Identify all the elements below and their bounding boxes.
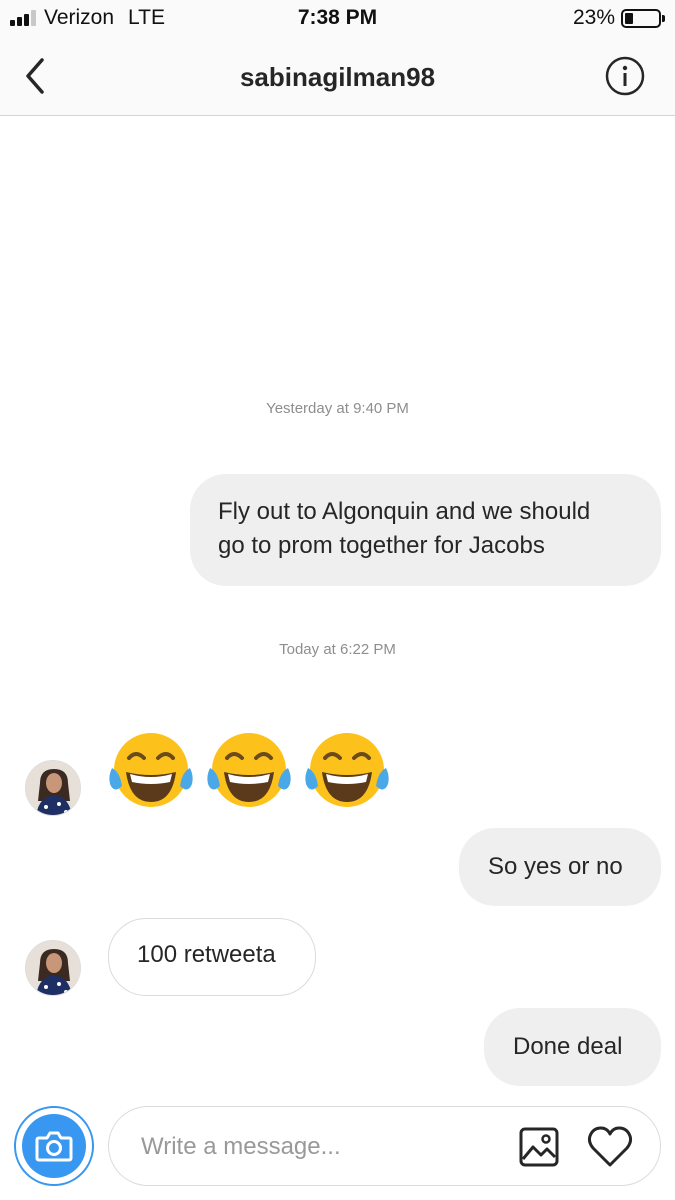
conversation-username[interactable]: sabinagilman98	[0, 62, 675, 93]
message-timestamp: Today at 6:22 PM	[279, 641, 396, 658]
image-icon	[519, 1127, 559, 1167]
message-timestamp: Yesterday at 9:40 PM	[266, 400, 409, 417]
camera-button[interactable]	[14, 1106, 94, 1186]
face-with-tears-of-joy-icon	[305, 733, 389, 807]
info-button[interactable]	[605, 56, 645, 96]
like-button[interactable]	[587, 1125, 633, 1169]
battery-icon	[621, 8, 661, 28]
profile-photo-icon	[26, 941, 80, 995]
sender-avatar[interactable]	[25, 940, 81, 996]
message-composer	[108, 1106, 661, 1186]
message-input[interactable]	[141, 1127, 501, 1167]
gallery-button[interactable]	[519, 1127, 559, 1167]
status-right: 23%	[573, 6, 665, 30]
sender-avatar[interactable]	[25, 760, 81, 816]
heart-icon	[587, 1126, 633, 1167]
incoming-message-bubble[interactable]: 100 retweeta	[108, 918, 316, 996]
profile-photo-icon	[26, 761, 80, 815]
camera-icon	[35, 1131, 73, 1162]
info-circle-icon	[605, 56, 645, 96]
outgoing-message-bubble[interactable]: Fly out to Algonquin and we should go to…	[190, 474, 661, 586]
message-text: So yes or no	[488, 853, 623, 880]
face-with-tears-of-joy-icon	[109, 733, 193, 807]
conversation-header: sabinagilman98	[0, 36, 675, 116]
message-text-line: go to prom together for Jacobs	[218, 532, 545, 559]
message-text: 100 retweeta	[137, 941, 276, 968]
face-with-tears-of-joy-icon	[207, 733, 291, 807]
incoming-emoji-message[interactable]	[108, 728, 390, 814]
battery-percent: 23%	[572, 6, 615, 29]
outgoing-message-bubble[interactable]: Done deal	[484, 1008, 661, 1086]
outgoing-message-bubble[interactable]: So yes or no	[459, 828, 661, 906]
status-bar: Verizon LTE 7:38 PM 23%	[0, 0, 675, 36]
camera-button-fill	[22, 1114, 86, 1178]
message-text: Done deal	[513, 1033, 623, 1060]
battery-nub	[662, 14, 665, 22]
message-text-line: Fly out to Algonquin and we should	[218, 498, 591, 525]
